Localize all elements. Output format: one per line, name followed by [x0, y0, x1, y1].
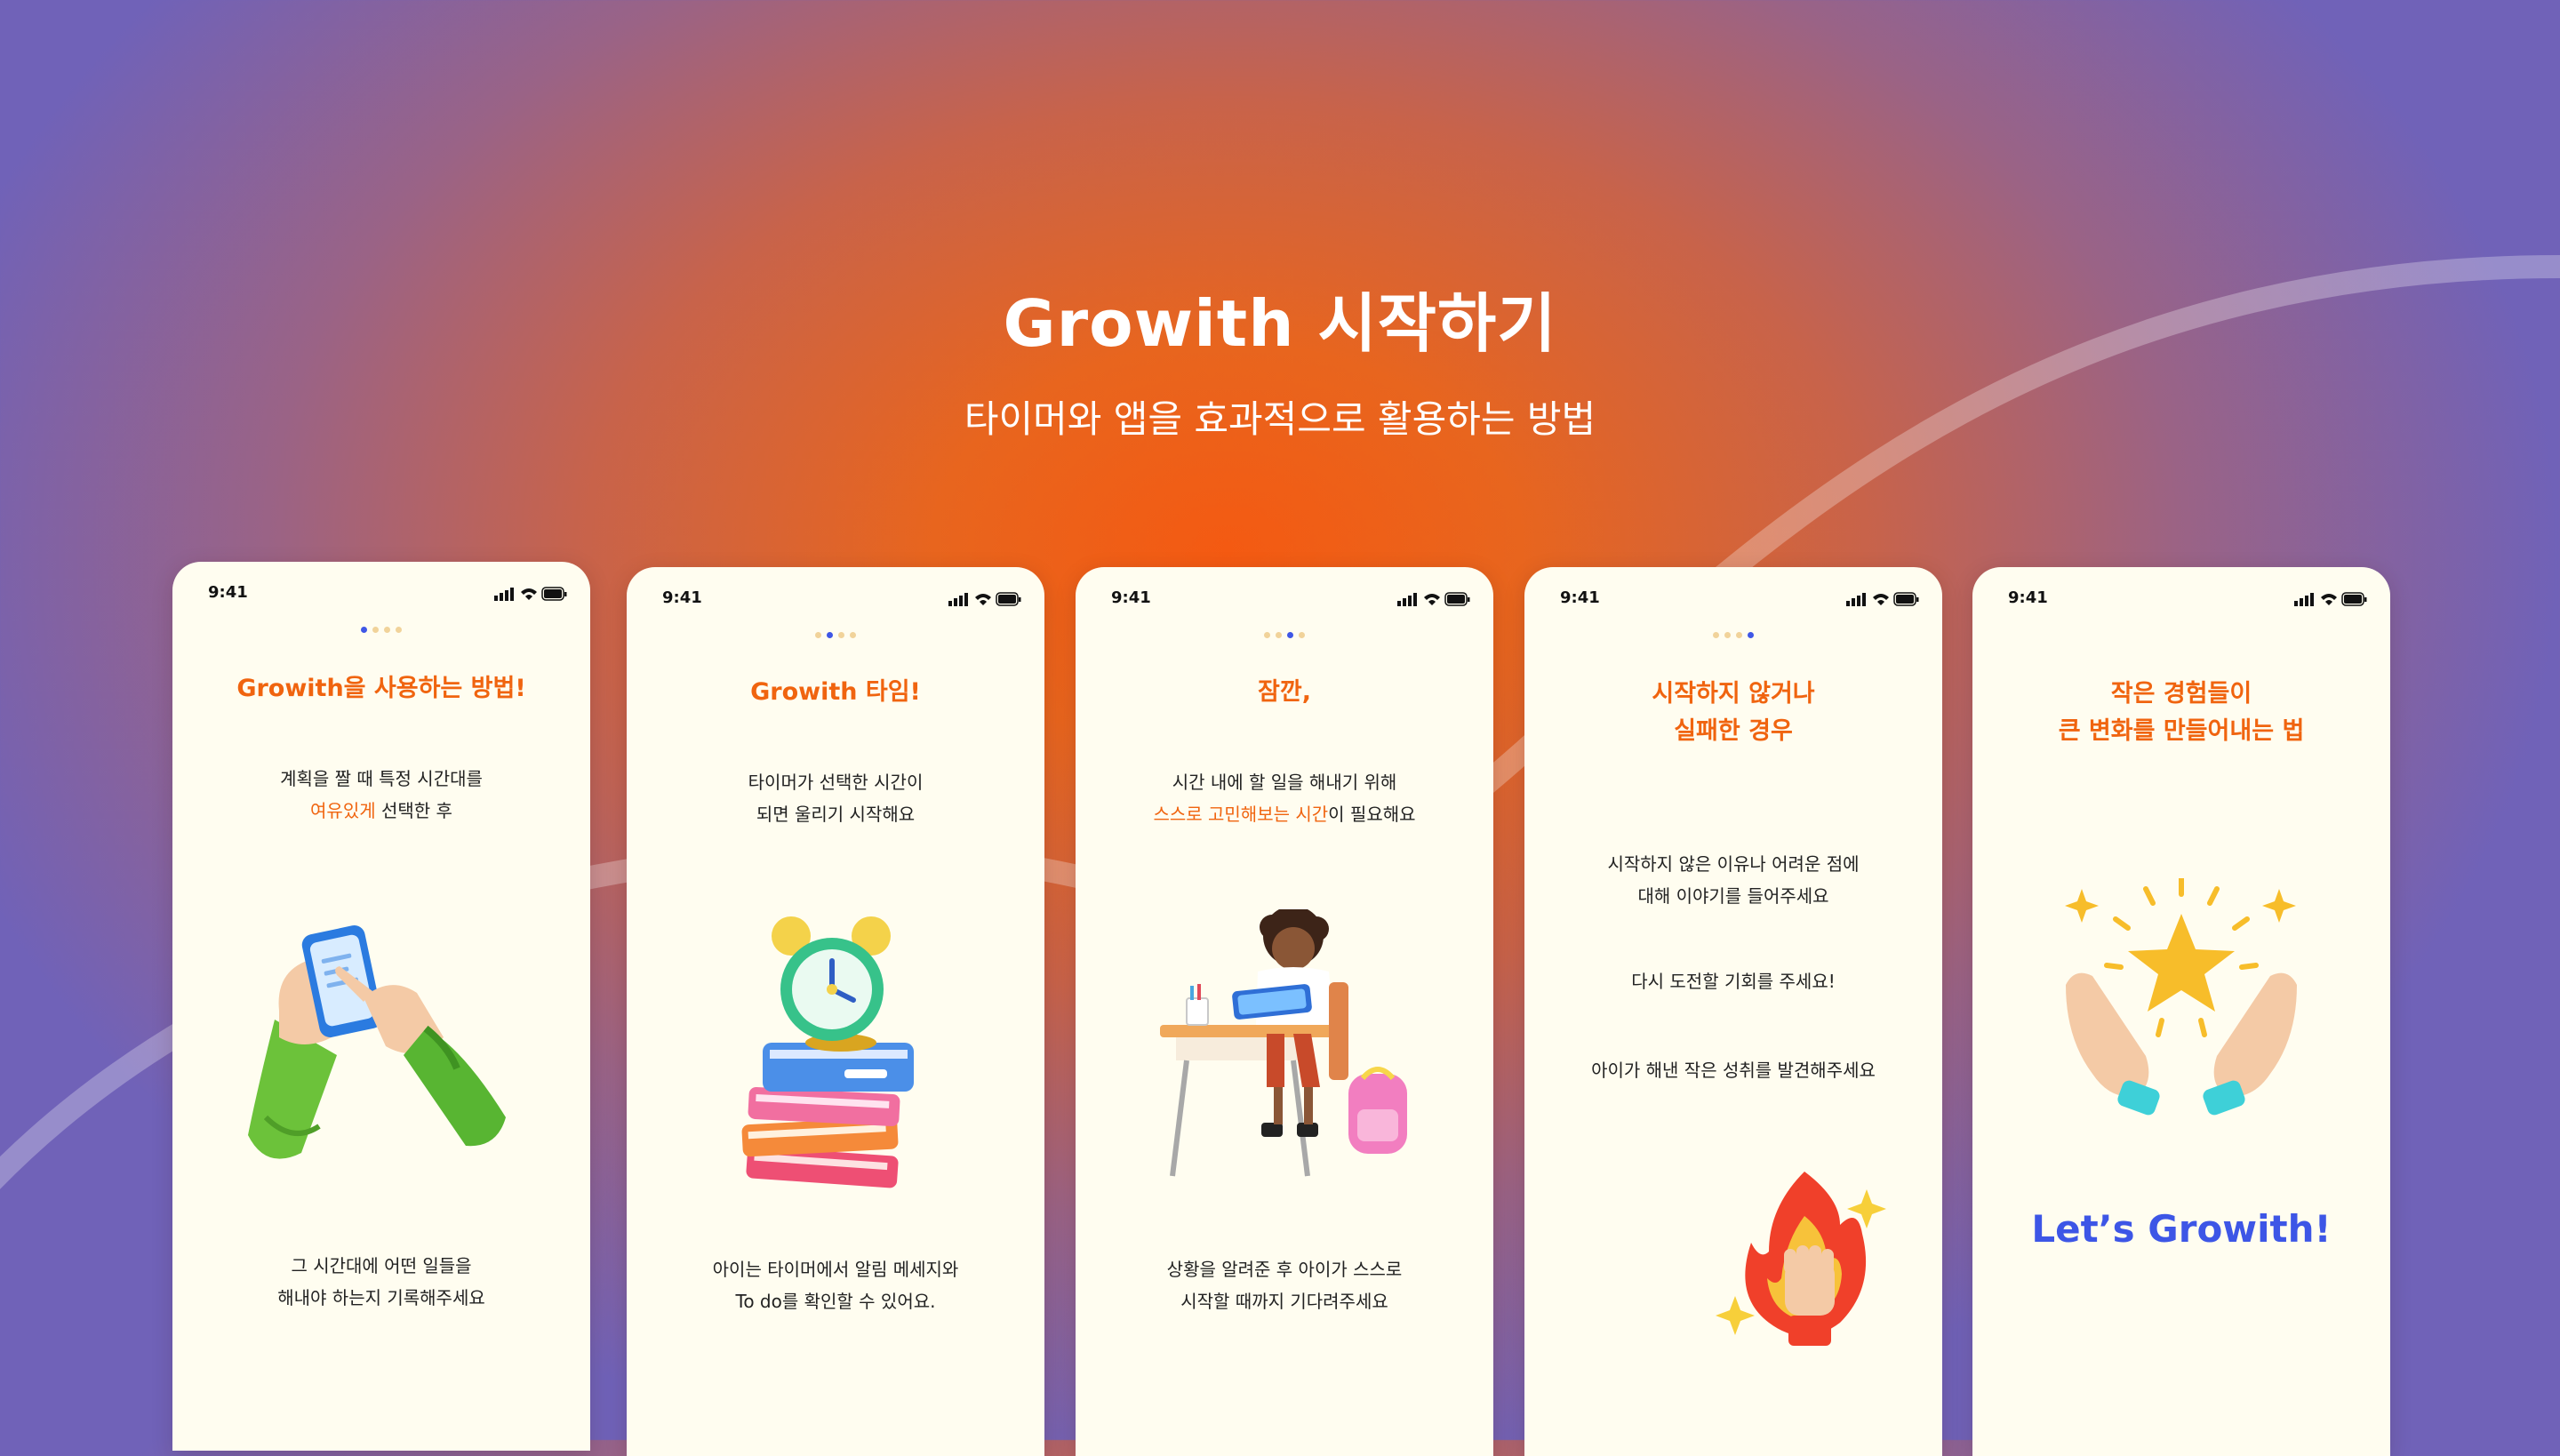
page-indicator [1524, 632, 1942, 641]
page-dot-4[interactable] [1299, 632, 1305, 638]
page-dot-1[interactable] [815, 632, 821, 638]
status-bar: 9:41 [1111, 588, 1472, 615]
status-time: 9:41 [208, 583, 248, 602]
status-bar: 9:41 [2008, 588, 2369, 615]
signal-wifi-battery-icon [948, 592, 1021, 606]
screen-text-2: 상황을 알려준 후 아이가 스스로 시작할 때까지 기다려주세요 [1166, 1259, 1403, 1312]
signal-wifi-battery-icon [494, 587, 567, 601]
onboarding-screen-4: 9:41 시작하지 않거나 실패한 경우 시작하지 않은 이유나 어려운 점에 … [1524, 567, 1942, 1456]
signal-wifi-battery-icon [1397, 592, 1470, 606]
screen-title: Growith을 사용하는 방법! [236, 675, 526, 702]
flaming-fist-icon [1716, 1172, 1886, 1346]
onboarding-screen-3: 9:41 잠깐, 시간 내에 할 일을 해내기 위해 스스로 고민해보는 시간이… [1076, 567, 1493, 1456]
page-dot-2[interactable] [372, 627, 379, 633]
page-dot-4[interactable] [396, 627, 402, 633]
page-dot-1[interactable] [1713, 632, 1719, 638]
page-dot-3[interactable] [838, 632, 844, 638]
hands-star-icon [2065, 878, 2297, 1116]
status-time: 9:41 [662, 588, 702, 607]
page-indicator [627, 632, 1044, 641]
screen-text-2: 아이는 타이머에서 알림 메세지와 To do를 확인할 수 있어요. [712, 1259, 959, 1312]
page-title: Growith 시작하기 [1003, 286, 1557, 361]
status-bar: 9:41 [662, 588, 1023, 615]
screen-text-1: 계획을 짤 때 특정 시간대를 여유있게 선택한 후 [280, 768, 483, 821]
screen-text-1: 시작하지 않은 이유나 어려운 점에 대해 이야기를 들어주세요 [1607, 853, 1860, 907]
screen-text-1: 타이머가 선택한 시간이 되면 울리기 시작해요 [748, 772, 924, 825]
page-dot-2[interactable] [827, 632, 833, 638]
page-indicator [172, 627, 590, 636]
cta-lets-growith[interactable]: Let’s Growith! [1972, 1207, 2390, 1251]
screen-title: 잠깐, [1258, 678, 1311, 706]
screen-title: Growith 타임! [750, 678, 921, 706]
page-dot-1[interactable] [361, 627, 367, 633]
screen-text-1: 시간 내에 할 일을 해내기 위해 스스로 고민해보는 시간이 필요해요 [1153, 772, 1416, 825]
screen-title: 시작하지 않거나 실패한 경우 [1652, 680, 1815, 745]
onboarding-screen-2: 9:41 Growith 타임! 타이머가 선택한 시간이 되면 울리기 시작해… [627, 567, 1044, 1456]
alarm-clock-books-icon [741, 916, 914, 1188]
page-dot-1[interactable] [1264, 632, 1270, 638]
page-dot-2[interactable] [1724, 632, 1731, 638]
screen-text-3: 아이가 해낸 작은 성취를 발견해주세요 [1591, 1060, 1876, 1081]
page-dot-3[interactable] [1287, 632, 1293, 638]
page-subtitle: 타이머와 앱을 효과적으로 활용하는 방법 [964, 397, 1596, 441]
onboarding-screen-1: 9:41 Growith을 사용하는 방법! 계획을 짤 때 특정 시간대를 여… [172, 562, 590, 1451]
page-indicator [1076, 632, 1493, 641]
onboarding-screen-5: 9:41 작은 경험들이 큰 변화를 만들어내는 법 Let’s Growith… [1972, 567, 2390, 1456]
status-time: 9:41 [2008, 588, 2048, 607]
phone-hands-icon [248, 925, 506, 1159]
page-dot-3[interactable] [1736, 632, 1742, 638]
page-dot-3[interactable] [384, 627, 390, 633]
screen-text-2: 다시 도전할 기회를 주세요! [1631, 971, 1836, 992]
child-at-desk-icon [1160, 909, 1407, 1177]
signal-wifi-battery-icon [2294, 592, 2367, 606]
page-dot-4[interactable] [850, 632, 856, 638]
screen-text-2: 그 시간대에 어떤 일들을 해내야 하는지 기록해주세요 [277, 1255, 485, 1308]
status-time: 9:41 [1111, 588, 1151, 607]
status-bar: 9:41 [1560, 588, 1921, 615]
status-bar: 9:41 [208, 583, 569, 610]
status-time: 9:41 [1560, 588, 1600, 607]
screen-title: 작은 경험들이 큰 변화를 만들어내는 법 [2058, 680, 2305, 745]
page-dot-2[interactable] [1276, 632, 1282, 638]
page-dot-4[interactable] [1748, 632, 1754, 638]
signal-wifi-battery-icon [1846, 592, 1919, 606]
